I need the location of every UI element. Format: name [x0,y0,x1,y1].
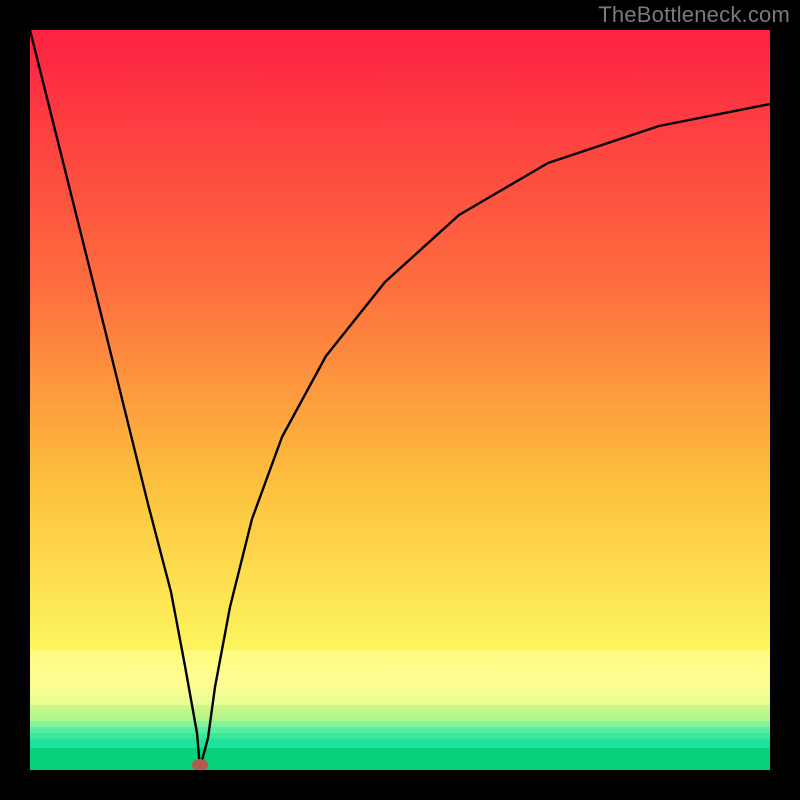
green-stripes [30,721,770,770]
bottleneck-chart [30,30,770,770]
yellow-band [30,650,770,705]
watermark-text: TheBottleneck.com [598,2,790,28]
chart-frame: TheBottleneck.com [0,0,800,800]
